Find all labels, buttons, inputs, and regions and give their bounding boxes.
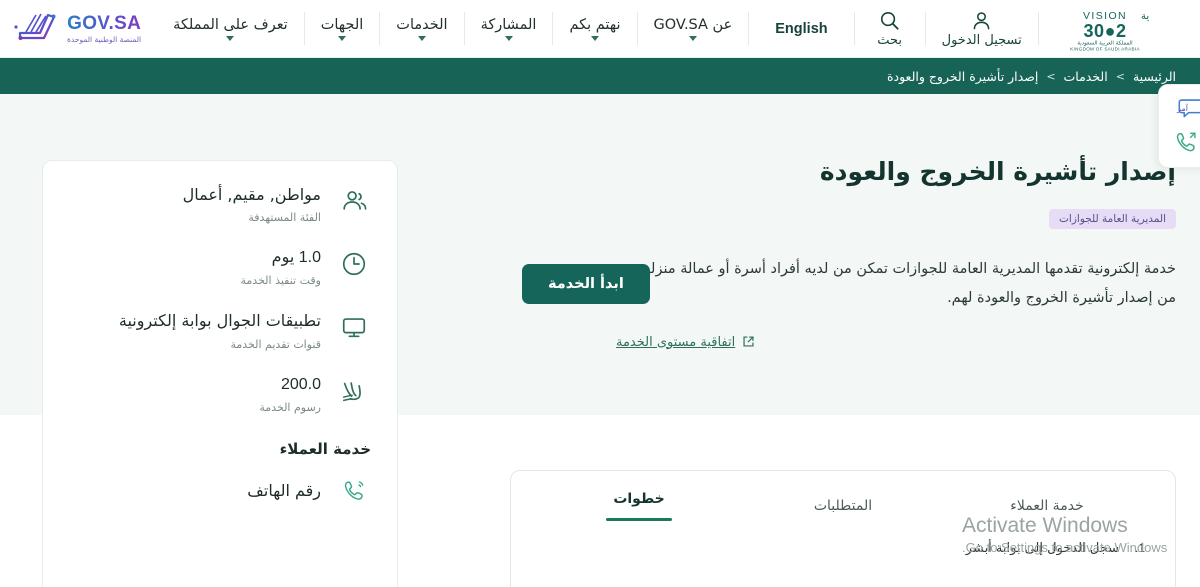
chat-bubble-icon[interactable]: آمر xyxy=(1169,97,1200,121)
site-header: GOV.SA المنصة الوطنية الموحدة تعرف على ا… xyxy=(0,0,1200,58)
nav-divider xyxy=(1037,12,1039,45)
nav-label: تعرف على المملكة xyxy=(173,16,288,33)
user-icon xyxy=(971,10,992,31)
step-number: 1. xyxy=(1134,541,1145,555)
phone-call-icon[interactable] xyxy=(1172,129,1200,155)
breadcrumb-bar: الرئيسية > الخدمات > إصدار تأشيرة الخروج… xyxy=(0,58,1200,94)
floating-support-widget: آمر xyxy=(1158,84,1200,168)
nav-item-about-kingdom[interactable]: تعرف على المملكة xyxy=(157,0,304,57)
agency-badge: المديرية العامة للجوازات xyxy=(1049,208,1176,229)
chevron-down-icon xyxy=(688,35,697,41)
search-icon xyxy=(879,10,900,31)
breadcrumb-separator: > xyxy=(1046,69,1056,83)
nav-label: عن GOV.SA xyxy=(653,16,733,33)
svg-text:2●30: 2●30 xyxy=(1083,21,1126,41)
step-text: سجل الدخول إلى بوابة أبشر xyxy=(965,541,1119,556)
search-label: بحث xyxy=(877,32,903,48)
info-row-processing-time: 1.0 يوم وقت تنفيذ الخدمة xyxy=(69,246,371,287)
info-label: قنوات تقديم الخدمة xyxy=(230,337,321,351)
chevron-down-icon xyxy=(417,35,426,41)
customer-service-phone-label: رقم الهاتف xyxy=(247,481,321,501)
nav-divider xyxy=(463,12,465,45)
customer-service-phone-row[interactable]: رقم الهاتف xyxy=(69,478,371,504)
search-button[interactable]: بحث xyxy=(855,0,925,57)
tab-label: خدمة العملاء xyxy=(1010,498,1084,514)
chevron-down-icon xyxy=(504,35,513,41)
clock-icon xyxy=(337,246,371,278)
info-row-fees: 200.0 رسوم الخدمة xyxy=(69,373,371,414)
breadcrumb-separator: > xyxy=(1115,69,1125,83)
chevron-down-icon xyxy=(226,35,235,41)
govsa-logo[interactable]: GOV.SA المنصة الوطنية الموحدة xyxy=(0,0,157,57)
phone-icon xyxy=(337,478,371,504)
list-item: 1. سجل الدخول إلى بوابة أبشر xyxy=(537,537,1145,562)
login-label: تسجيل الدخول xyxy=(941,32,1022,48)
riyal-icon xyxy=(337,373,371,405)
govsa-emblem-icon xyxy=(14,11,60,47)
info-value: مواطن, مقيم, أعمال xyxy=(182,185,321,204)
chevron-down-icon xyxy=(338,35,347,41)
svg-text:رؤية: رؤية xyxy=(1141,11,1149,22)
tab-label: المتطلبات xyxy=(813,498,873,514)
info-value: 1.0 يوم xyxy=(271,249,321,267)
chevron-down-icon xyxy=(590,35,599,41)
tab-steps[interactable]: خطوات xyxy=(537,487,741,535)
service-description: خدمة إلكترونية تقدمها المديرية العامة لل… xyxy=(638,260,1176,306)
nav-divider xyxy=(303,12,305,45)
breadcrumb: الرئيسية > الخدمات > إصدار تأشيرة الخروج… xyxy=(887,69,1176,84)
vision-2030-logo[interactable]: VISION رؤية 2●30 المملكة العربية السعودي… xyxy=(1039,0,1167,57)
breadcrumb-item-home[interactable]: الرئيسية xyxy=(1133,69,1176,84)
steps-list: 1. سجل الدخول إلى بوابة أبشر xyxy=(537,537,1149,562)
login-button[interactable]: تسجيل الدخول xyxy=(926,0,1038,57)
external-link-icon xyxy=(742,333,755,352)
nav-label: نهتم بكم xyxy=(569,16,621,33)
service-details-panel: خطوات المتطلبات خدمة العملاء 1. سجل الدخ… xyxy=(510,470,1176,587)
nav-divider xyxy=(924,12,926,45)
service-summary: إصدار تأشيرة الخروج والعودة المديرية الع… xyxy=(616,156,1176,352)
breadcrumb-item-services[interactable]: الخدمات xyxy=(1064,69,1108,84)
start-service-button[interactable]: ابدأ الخدمة xyxy=(522,264,650,304)
svg-text:KINGDOM OF SAUDI ARABIA: KINGDOM OF SAUDI ARABIA xyxy=(1070,46,1140,51)
main-navigation: تعرف على المملكة الجهات الخدمات المشاركة… xyxy=(157,0,748,57)
nav-label: الخدمات xyxy=(396,16,448,33)
nav-divider xyxy=(853,12,855,45)
sla-link-row: اتفاقية مستوى الخدمة xyxy=(616,333,1176,352)
nav-divider xyxy=(552,12,554,45)
language-toggle-button[interactable]: English xyxy=(749,0,853,57)
users-icon xyxy=(337,183,371,215)
govsa-subtitle: المنصة الوطنية الموحدة xyxy=(67,34,142,44)
nav-divider xyxy=(636,12,638,45)
customer-service-heading: خدمة العملاء xyxy=(279,439,371,458)
info-label: وقت تنفيذ الخدمة xyxy=(240,274,321,288)
tab-label: خطوات xyxy=(613,491,665,507)
tab-customer-service[interactable]: خدمة العملاء xyxy=(945,494,1149,528)
tab-bar: خطوات المتطلبات خدمة العملاء xyxy=(537,487,1149,535)
nav-item-agencies[interactable]: الجهات xyxy=(305,0,380,57)
nav-divider xyxy=(748,12,750,45)
page-title: إصدار تأشيرة الخروج والعودة xyxy=(819,157,1176,186)
info-label: رسوم الخدمة xyxy=(259,400,321,414)
info-row-channels: تطبيقات الجوال بوابة إلكترونية قنوات تقد… xyxy=(69,309,371,351)
svg-text:المملكة العربية السعودية: المملكة العربية السعودية xyxy=(1077,39,1132,46)
info-value: تطبيقات الجوال بوابة إلكترونية xyxy=(118,311,321,331)
govsa-wordmark: GOV.SA xyxy=(67,12,142,34)
svg-text:آمر: آمر xyxy=(1176,103,1189,113)
nav-label: الجهات xyxy=(320,16,364,33)
monitor-icon xyxy=(337,309,371,341)
nav-divider xyxy=(379,12,381,45)
page-root: GOV.SA المنصة الوطنية الموحدة تعرف على ا… xyxy=(0,0,1200,587)
info-value: 200.0 xyxy=(280,375,321,393)
sla-link[interactable]: اتفاقية مستوى الخدمة xyxy=(616,335,735,350)
nav-item-participation[interactable]: المشاركة xyxy=(465,0,553,57)
breadcrumb-item-current: إصدار تأشيرة الخروج والعودة xyxy=(886,68,1039,84)
nav-item-we-care[interactable]: نهتم بكم xyxy=(553,0,636,57)
nav-item-services[interactable]: الخدمات xyxy=(380,0,463,57)
tab-active-underline xyxy=(606,518,672,521)
nav-label: المشاركة xyxy=(480,16,537,33)
nav-item-about-govsa[interactable]: عن GOV.SA xyxy=(638,0,749,57)
info-row-target-audience: مواطن, مقيم, أعمال الفئة المستهدفة xyxy=(69,183,371,224)
tab-requirements[interactable]: المتطلبات xyxy=(741,494,945,528)
service-info-card: مواطن, مقيم, أعمال الفئة المستهدفة 1.0 ي… xyxy=(42,160,398,587)
info-label: الفئة المستهدفة xyxy=(248,211,321,225)
